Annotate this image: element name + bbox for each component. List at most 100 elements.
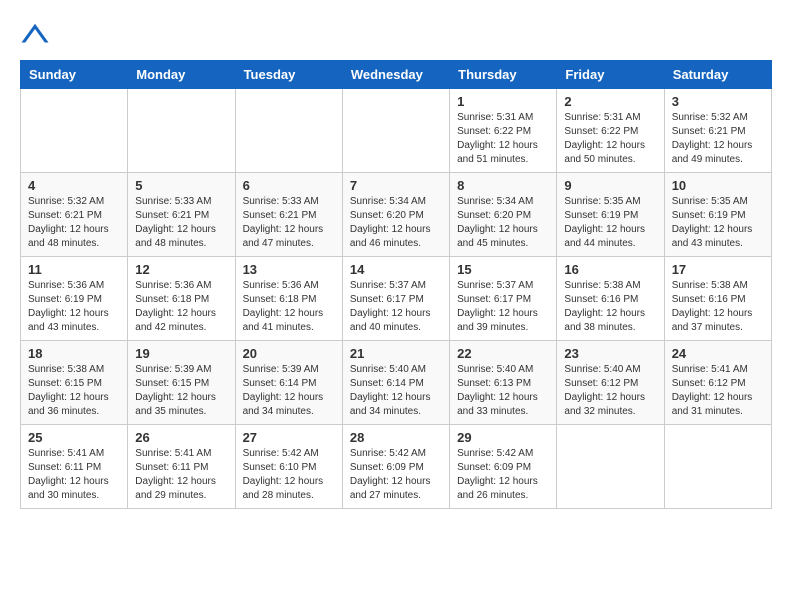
day-header-wednesday: Wednesday	[342, 61, 449, 89]
day-number: 17	[672, 262, 764, 277]
calendar-cell: 10 Sunrise: 5:35 AMSunset: 6:19 PMDayligh…	[664, 173, 771, 257]
calendar-cell: 1 Sunrise: 5:31 AMSunset: 6:22 PMDaylight…	[450, 89, 557, 173]
day-info: Sunrise: 5:40 AMSunset: 6:12 PMDaylight:…	[564, 363, 656, 419]
day-info: Sunrise: 5:35 AMSunset: 6:19 PMDaylight:…	[672, 195, 764, 251]
day-number: 20	[243, 346, 335, 361]
calendar-cell: 12Sunrise: 5:36 AMSunset: 6:18 PMDayligh…	[128, 257, 235, 341]
calendar-cell: 6 Sunrise: 5:33 AMSunset: 6:21 PMDaylight…	[235, 173, 342, 257]
calendar-cell: 19 Sunrise: 5:39 AMSunset: 6:15 PMDayligh…	[128, 341, 235, 425]
calendar-cell: 11 Sunrise: 5:36 AMSunset: 6:19 PMDayligh…	[21, 257, 128, 341]
day-number: 8	[457, 178, 549, 193]
day-info: Sunrise: 5:38 AMSunset: 6:15 PMDaylight:…	[28, 363, 120, 419]
day-header-sunday: Sunday	[21, 61, 128, 89]
day-number: 23	[564, 346, 656, 361]
calendar-cell: 7 Sunrise: 5:34 AMSunset: 6:20 PMDaylight…	[342, 173, 449, 257]
day-info: Sunrise: 5:42 AMSunset: 6:09 PMDaylight:…	[457, 447, 549, 503]
day-number: 2	[564, 94, 656, 109]
day-info: Sunrise: 5:38 AMSunset: 6:16 PMDaylight:…	[672, 279, 764, 335]
calendar-cell	[128, 89, 235, 173]
day-info: Sunrise: 5:41 AMSunset: 6:11 PMDaylight:…	[28, 447, 120, 503]
day-number: 27	[243, 430, 335, 445]
calendar-cell	[342, 89, 449, 173]
calendar-cell	[664, 425, 771, 509]
day-number: 18	[28, 346, 120, 361]
calendar-cell: 16 Sunrise: 5:38 AMSunset: 6:16 PMDayligh…	[557, 257, 664, 341]
calendar-cell: 27 Sunrise: 5:42 AMSunset: 6:10 PMDayligh…	[235, 425, 342, 509]
calendar-week-row: 11 Sunrise: 5:36 AMSunset: 6:19 PMDayligh…	[21, 257, 772, 341]
calendar-cell: 13 Sunrise: 5:36 AMSunset: 6:18 PMDayligh…	[235, 257, 342, 341]
day-number: 28	[350, 430, 442, 445]
day-number: 7	[350, 178, 442, 193]
day-info: Sunrise: 5:42 AMSunset: 6:10 PMDaylight:…	[243, 447, 335, 503]
day-info: Sunrise: 5:40 AMSunset: 6:13 PMDaylight:…	[457, 363, 549, 419]
calendar-cell: 8Sunrise: 5:34 AMSunset: 6:20 PMDaylight…	[450, 173, 557, 257]
page-header	[20, 20, 772, 50]
day-info: Sunrise: 5:32 AMSunset: 6:21 PMDaylight:…	[672, 111, 764, 167]
calendar-cell: 25 Sunrise: 5:41 AMSunset: 6:11 PMDayligh…	[21, 425, 128, 509]
day-number: 1	[457, 94, 549, 109]
day-info: Sunrise: 5:40 AMSunset: 6:14 PMDaylight:…	[350, 363, 442, 419]
calendar-week-row: 4 Sunrise: 5:32 AMSunset: 6:21 PMDaylight…	[21, 173, 772, 257]
calendar-table: SundayMondayTuesdayWednesdayThursdayFrid…	[20, 60, 772, 509]
day-header-thursday: Thursday	[450, 61, 557, 89]
day-number: 13	[243, 262, 335, 277]
calendar-cell: 29 Sunrise: 5:42 AMSunset: 6:09 PMDayligh…	[450, 425, 557, 509]
day-number: 11	[28, 262, 120, 277]
logo-icon	[20, 20, 50, 50]
day-info: Sunrise: 5:35 AMSunset: 6:19 PMDaylight:…	[564, 195, 656, 251]
day-number: 16	[564, 262, 656, 277]
calendar-cell	[21, 89, 128, 173]
calendar-cell: 14 Sunrise: 5:37 AMSunset: 6:17 PMDayligh…	[342, 257, 449, 341]
day-number: 14	[350, 262, 442, 277]
day-info: Sunrise: 5:31 AMSunset: 6:22 PMDaylight:…	[457, 111, 549, 167]
calendar-cell: 24 Sunrise: 5:41 AMSunset: 6:12 PMDayligh…	[664, 341, 771, 425]
day-info: Sunrise: 5:36 AMSunset: 6:19 PMDaylight:…	[28, 279, 120, 335]
logo	[20, 20, 54, 50]
day-number: 19	[135, 346, 227, 361]
calendar-cell: 9 Sunrise: 5:35 AMSunset: 6:19 PMDaylight…	[557, 173, 664, 257]
day-number: 25	[28, 430, 120, 445]
day-number: 5	[135, 178, 227, 193]
day-header-saturday: Saturday	[664, 61, 771, 89]
day-header-friday: Friday	[557, 61, 664, 89]
calendar-cell: 18 Sunrise: 5:38 AMSunset: 6:15 PMDayligh…	[21, 341, 128, 425]
day-info: Sunrise: 5:39 AMSunset: 6:14 PMDaylight:…	[243, 363, 335, 419]
calendar-cell: 28 Sunrise: 5:42 AMSunset: 6:09 PMDayligh…	[342, 425, 449, 509]
calendar-cell	[557, 425, 664, 509]
day-info: Sunrise: 5:39 AMSunset: 6:15 PMDaylight:…	[135, 363, 227, 419]
day-number: 24	[672, 346, 764, 361]
calendar-cell: 22Sunrise: 5:40 AMSunset: 6:13 PMDayligh…	[450, 341, 557, 425]
day-number: 4	[28, 178, 120, 193]
calendar-cell: 2 Sunrise: 5:31 AMSunset: 6:22 PMDaylight…	[557, 89, 664, 173]
day-info: Sunrise: 5:36 AMSunset: 6:18 PMDaylight:…	[243, 279, 335, 335]
calendar-week-row: 25 Sunrise: 5:41 AMSunset: 6:11 PMDayligh…	[21, 425, 772, 509]
calendar-cell	[235, 89, 342, 173]
day-number: 9	[564, 178, 656, 193]
day-number: 3	[672, 94, 764, 109]
calendar-cell: 26Sunrise: 5:41 AMSunset: 6:11 PMDayligh…	[128, 425, 235, 509]
day-number: 21	[350, 346, 442, 361]
calendar-cell: 21 Sunrise: 5:40 AMSunset: 6:14 PMDayligh…	[342, 341, 449, 425]
day-info: Sunrise: 5:42 AMSunset: 6:09 PMDaylight:…	[350, 447, 442, 503]
day-number: 29	[457, 430, 549, 445]
day-info: Sunrise: 5:41 AMSunset: 6:12 PMDaylight:…	[672, 363, 764, 419]
day-info: Sunrise: 5:37 AMSunset: 6:17 PMDaylight:…	[457, 279, 549, 335]
calendar-cell: 23 Sunrise: 5:40 AMSunset: 6:12 PMDayligh…	[557, 341, 664, 425]
calendar-cell: 5 Sunrise: 5:33 AMSunset: 6:21 PMDaylight…	[128, 173, 235, 257]
day-info: Sunrise: 5:31 AMSunset: 6:22 PMDaylight:…	[564, 111, 656, 167]
day-info: Sunrise: 5:37 AMSunset: 6:17 PMDaylight:…	[350, 279, 442, 335]
day-header-tuesday: Tuesday	[235, 61, 342, 89]
day-info: Sunrise: 5:36 AMSunset: 6:18 PMDaylight:…	[135, 279, 227, 335]
day-info: Sunrise: 5:41 AMSunset: 6:11 PMDaylight:…	[135, 447, 227, 503]
day-info: Sunrise: 5:32 AMSunset: 6:21 PMDaylight:…	[28, 195, 120, 251]
day-number: 15	[457, 262, 549, 277]
day-info: Sunrise: 5:33 AMSunset: 6:21 PMDaylight:…	[243, 195, 335, 251]
day-info: Sunrise: 5:38 AMSunset: 6:16 PMDaylight:…	[564, 279, 656, 335]
day-number: 6	[243, 178, 335, 193]
calendar-cell: 3 Sunrise: 5:32 AMSunset: 6:21 PMDaylight…	[664, 89, 771, 173]
day-number: 10	[672, 178, 764, 193]
calendar-cell: 20 Sunrise: 5:39 AMSunset: 6:14 PMDayligh…	[235, 341, 342, 425]
day-info: Sunrise: 5:34 AMSunset: 6:20 PMDaylight:…	[350, 195, 442, 251]
calendar-week-row: 18 Sunrise: 5:38 AMSunset: 6:15 PMDayligh…	[21, 341, 772, 425]
day-info: Sunrise: 5:33 AMSunset: 6:21 PMDaylight:…	[135, 195, 227, 251]
